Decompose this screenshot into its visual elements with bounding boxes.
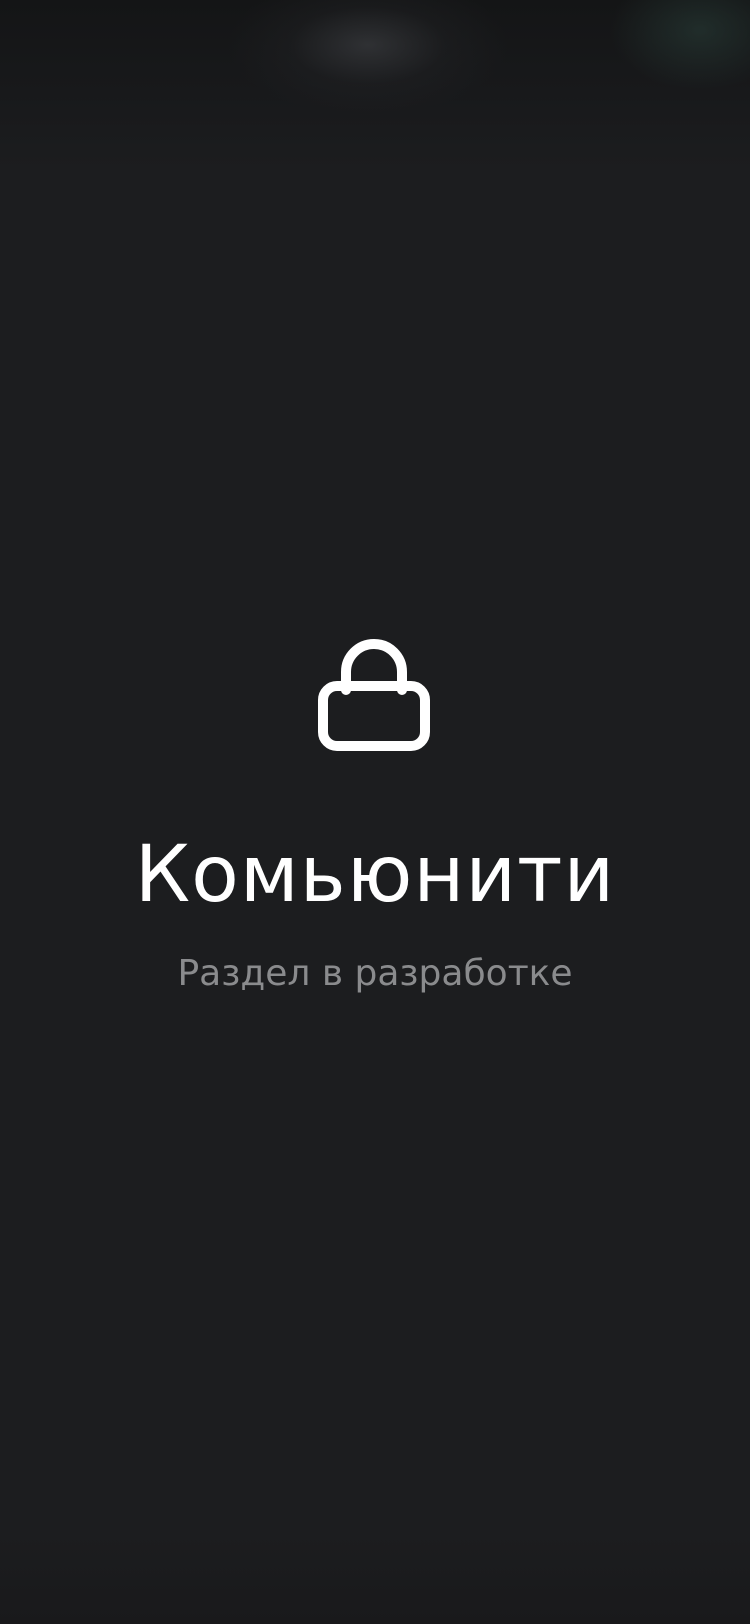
bottom-shade xyxy=(0,1534,750,1624)
page-title: Комьюнити xyxy=(134,830,616,920)
status-subtitle: Раздел в разработке xyxy=(177,953,573,994)
top-glow-background xyxy=(0,0,750,170)
lock-icon xyxy=(318,632,430,752)
community-screen: Комьюнити Раздел в разработке xyxy=(0,0,750,1624)
